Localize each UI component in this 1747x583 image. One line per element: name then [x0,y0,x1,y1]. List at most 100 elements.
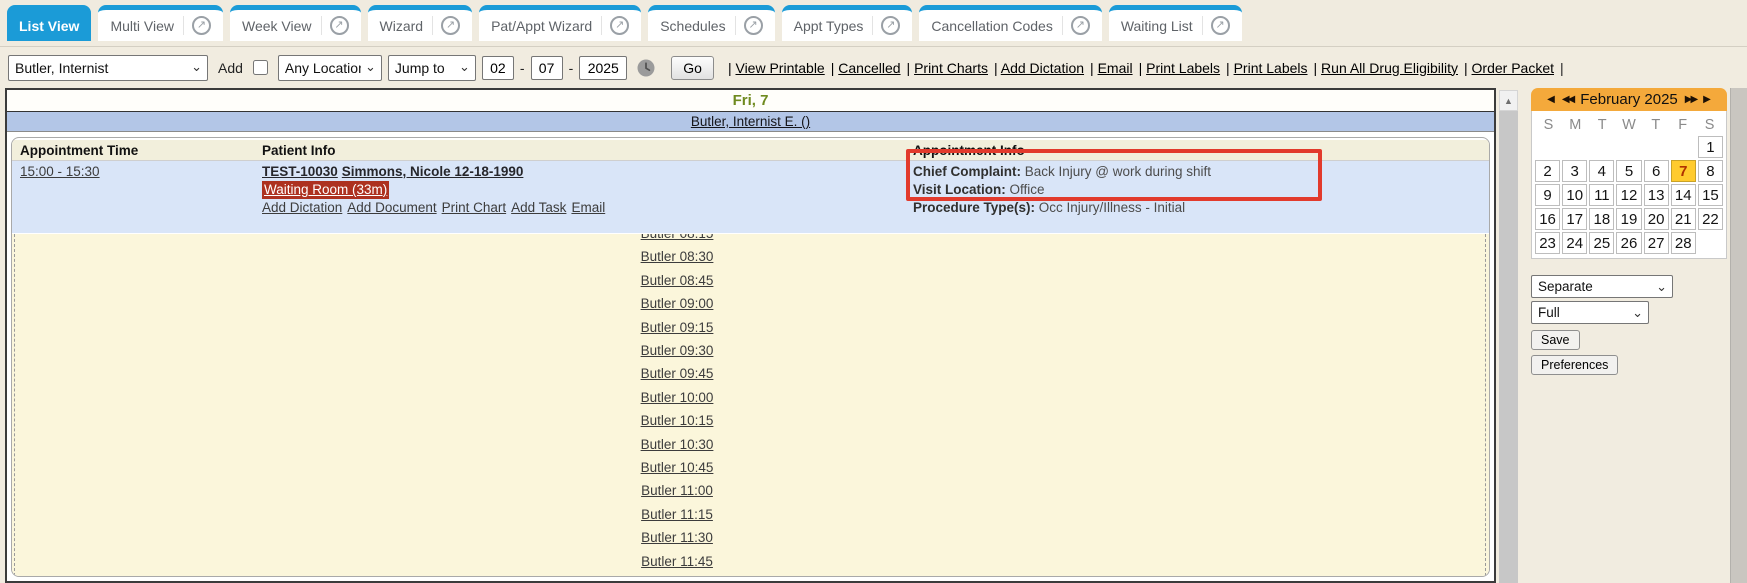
calendar-day-cell[interactable]: 2 [1535,160,1560,182]
calendar-day-cell[interactable]: 4 [1589,160,1614,182]
tab[interactable]: List View [7,5,91,41]
calendar-day-cell[interactable]: 22 [1698,208,1723,230]
tab[interactable]: Wizard ↗ [368,5,473,41]
calendar-prev-year-icon[interactable]: ◀ [1547,94,1555,105]
provider-select[interactable]: Butler, Internist [8,55,208,81]
calendar-day-cell[interactable]: 17 [1562,208,1587,230]
tab[interactable]: Appt Types ↗ [782,5,913,41]
calendar-day-cell[interactable]: 24 [1562,232,1587,254]
calendar-day-cell[interactable]: 18 [1589,208,1614,230]
patient-name-link[interactable]: Simmons, Nicole 12-18-1990 [342,164,524,179]
date-day-field[interactable] [531,56,563,80]
open-in-new-icon[interactable]: ↗ [432,16,460,35]
patient-id-link[interactable]: TEST-10030 [262,164,338,179]
toolbar-link[interactable]: Add Dictation [1001,60,1084,76]
open-in-new-icon[interactable]: ↗ [1202,16,1230,35]
calendar-day-cell[interactable]: 21 [1671,208,1696,230]
toolbar-link[interactable]: Print Labels [1146,60,1220,76]
appointment-action-link[interactable]: Print Chart [442,200,507,215]
calendar-day-cell[interactable]: 10 [1562,184,1587,206]
open-in-new-icon[interactable]: ↗ [601,16,629,35]
jump-to-select[interactable]: Jump to [388,55,476,81]
time-slot-link[interactable]: Butler 11:45 [641,554,713,569]
open-in-new-icon[interactable]: ↗ [321,16,349,35]
calendar-day-cell[interactable] [1535,136,1560,158]
calendar-day-cell[interactable]: 8 [1698,160,1723,182]
tab[interactable]: Cancellation Codes ↗ [919,5,1101,41]
toolbar-link[interactable]: Print Labels [1234,60,1308,76]
toolbar-link[interactable]: View Printable [735,60,824,76]
calendar-day-cell[interactable]: 6 [1644,160,1669,182]
time-slot-link[interactable]: Butler 08:15 [641,234,714,241]
preferences-button[interactable]: Preferences [1531,355,1618,375]
time-slot-link[interactable]: Butler 09:00 [641,296,714,311]
time-slot-link[interactable]: Butler 11:00 [641,483,713,498]
calendar-day-cell[interactable] [1698,232,1723,254]
open-in-new-icon[interactable]: ↗ [735,16,763,35]
calendar-day-cell[interactable]: 1 [1698,136,1723,158]
calendar-day-cell[interactable] [1644,136,1669,158]
calendar-day-cell[interactable]: 20 [1644,208,1669,230]
toolbar-link[interactable]: Cancelled [838,60,900,76]
time-slot-link[interactable]: Butler 09:30 [641,343,714,358]
calendar-day-cell[interactable] [1671,136,1696,158]
calendar-day-cell[interactable]: 26 [1616,232,1641,254]
calendar-day-cell[interactable]: 23 [1535,232,1560,254]
calendar-day-cell[interactable]: 7 [1671,160,1696,182]
calendar-day-cell[interactable]: 12 [1616,184,1641,206]
add-checkbox[interactable] [253,60,268,75]
toolbar-link[interactable]: Run All Drug Eligibility [1321,60,1458,76]
calendar-day-cell[interactable] [1616,136,1641,158]
tab[interactable]: Week View ↗ [230,5,361,41]
time-slot-link[interactable]: Butler 08:45 [641,273,714,288]
date-year-field[interactable] [579,56,627,80]
toolbar-link[interactable]: Print Charts [914,60,988,76]
appointment-action-link[interactable]: Add Task [511,200,566,215]
calendar-day-cell[interactable]: 28 [1671,232,1696,254]
open-in-new-icon[interactable]: ↗ [1062,16,1090,35]
time-slot-link[interactable]: Butler 11:30 [641,530,713,545]
calendar-day-cell[interactable]: 11 [1589,184,1614,206]
provider-link[interactable]: Butler, Internist E. () [691,114,810,129]
calendar-day-cell[interactable]: 16 [1535,208,1560,230]
calendar-day-cell[interactable]: 15 [1698,184,1723,206]
go-button[interactable]: Go [671,56,714,80]
time-slot-link[interactable]: Butler 10:15 [641,413,714,428]
appointment-action-link[interactable]: Add Document [347,200,436,215]
view-mode-select[interactable]: Separate [1531,275,1673,298]
date-month-field[interactable] [482,56,514,80]
tab[interactable]: Schedules ↗ [648,5,774,41]
calendar-day-cell[interactable] [1562,136,1587,158]
appointment-time-link[interactable]: 15:00 - 15:30 [20,164,100,179]
save-button[interactable]: Save [1531,330,1580,350]
scroll-up-button[interactable]: ▲ [1499,90,1518,111]
appointment-action-link[interactable]: Add Dictation [262,200,342,215]
time-slot-link[interactable]: Butler 09:45 [641,366,714,381]
calendar-day-cell[interactable] [1589,136,1614,158]
time-slot-link[interactable]: Butler 10:30 [641,437,714,452]
calendar-day-cell[interactable]: 5 [1616,160,1641,182]
waiting-room-status-badge[interactable]: Waiting Room (33m) [262,181,389,199]
tab[interactable]: Pat/Appt Wizard ↗ [479,5,641,41]
calendar-prev-month-icon[interactable]: ◀◀ [1562,94,1573,105]
calendar-next-year-icon[interactable]: ▶ [1703,94,1711,105]
toolbar-link[interactable]: Email [1098,60,1133,76]
toolbar-link[interactable]: Order Packet [1472,60,1554,76]
calendar-day-cell[interactable]: 13 [1644,184,1669,206]
calendar-day-cell[interactable]: 25 [1589,232,1614,254]
time-slot-link[interactable]: Butler 08:30 [641,249,714,264]
tab[interactable]: Multi View ↗ [98,5,223,41]
tab[interactable]: Waiting List ↗ [1109,5,1242,41]
calendar-day-cell[interactable]: 9 [1535,184,1560,206]
size-select[interactable]: Full [1531,301,1649,324]
time-slot-link[interactable]: Butler 09:15 [641,320,714,335]
scrollbar-thumb[interactable] [1499,111,1518,583]
calendar-day-cell[interactable]: 19 [1616,208,1641,230]
clock-icon[interactable] [637,59,655,77]
open-in-new-icon[interactable]: ↗ [872,16,900,35]
content-scrollbar[interactable]: ▲ [1499,90,1518,583]
time-slot-link[interactable]: Butler 10:00 [641,390,714,405]
location-select[interactable]: Any Location [278,55,382,81]
time-slot-link[interactable]: Butler 10:45 [641,460,714,475]
calendar-next-month-icon[interactable]: ▶▶ [1685,94,1696,105]
